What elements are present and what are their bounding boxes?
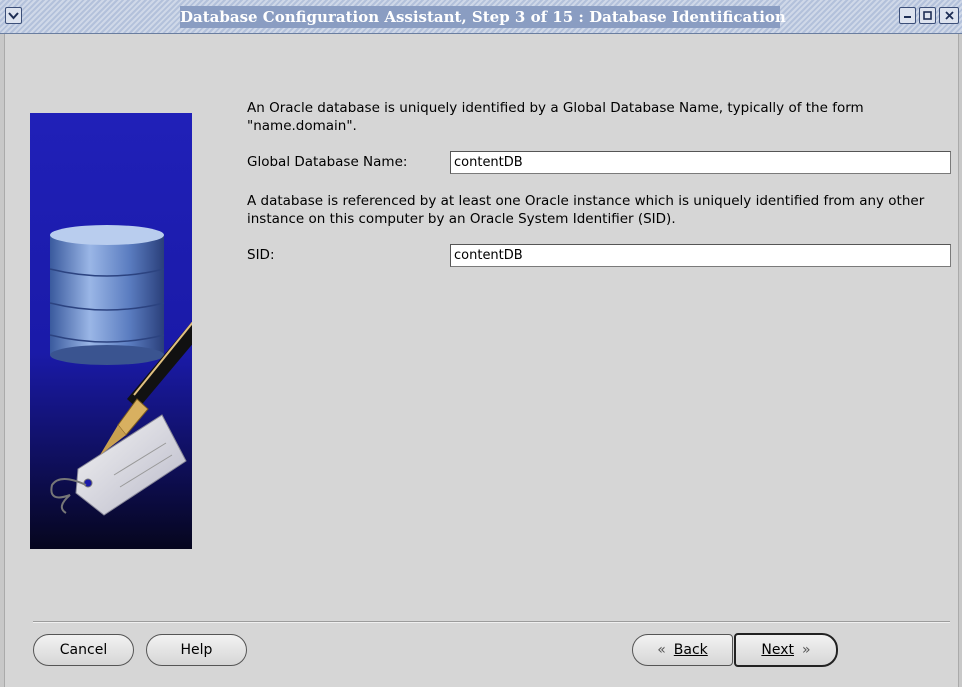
wizard-banner-image <box>30 113 192 549</box>
next-button-label: Next <box>761 642 795 658</box>
help-button-label: Help <box>180 642 213 658</box>
back-button-label: Back <box>673 642 708 658</box>
window-menu-button[interactable] <box>5 7 22 24</box>
global-db-name-input[interactable] <box>450 151 951 174</box>
title-bar[interactable]: Database Configuration Assistant, Step 3… <box>0 0 962 34</box>
maximize-button[interactable] <box>919 7 936 24</box>
double-chevron-left-icon: « <box>657 642 666 658</box>
window-title: Database Configuration Assistant, Step 3… <box>180 8 786 26</box>
cancel-button-label: Cancel <box>59 642 108 658</box>
chevron-down-icon <box>8 12 19 20</box>
sid-label: SID: <box>247 247 275 263</box>
close-button[interactable] <box>939 7 959 24</box>
minimize-button[interactable] <box>899 7 916 24</box>
button-separator <box>33 621 950 623</box>
back-button[interactable]: « Back <box>632 634 733 666</box>
help-button[interactable]: Help <box>146 634 247 666</box>
database-pen-tag-illustration <box>30 113 192 549</box>
sid-description: A database is referenced by at least one… <box>247 193 925 227</box>
window-frame-right <box>958 34 962 687</box>
next-button[interactable]: Next » <box>734 633 838 667</box>
cancel-button[interactable]: Cancel <box>33 634 134 666</box>
intro-description: An Oracle database is uniquely identifie… <box>247 100 864 134</box>
sid-input[interactable] <box>450 244 951 267</box>
window-frame-left <box>0 34 5 687</box>
double-chevron-right-icon: » <box>802 642 811 658</box>
maximize-icon <box>923 11 932 20</box>
global-db-name-label: Global Database Name: <box>247 154 408 170</box>
close-icon <box>944 11 954 20</box>
minimize-icon <box>904 16 911 18</box>
